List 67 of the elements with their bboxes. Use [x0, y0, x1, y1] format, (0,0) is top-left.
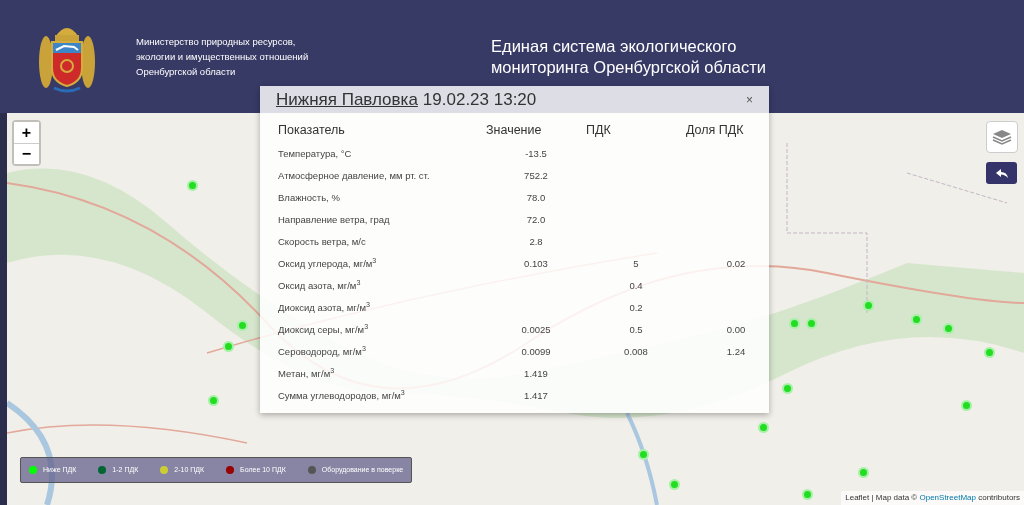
station-marker[interactable]: [669, 479, 680, 490]
layers-button[interactable]: [986, 121, 1018, 153]
map-attribution: Leaflet | Map data © OpenStreetMap contributors: [841, 491, 1024, 505]
popup-datetime: 19.02.23 13:20: [422, 89, 537, 109]
column-header: Доля ПДК: [686, 121, 744, 139]
indicator-value: 1.417: [524, 388, 548, 403]
close-button[interactable]: ×: [746, 90, 753, 109]
ministry-name-line: Министерство природных ресурсов,: [136, 35, 297, 49]
openstreetmap-link[interactable]: OpenStreetMap: [919, 493, 976, 502]
back-arrow-icon: [995, 168, 1008, 178]
pdk-value: 0.5: [629, 322, 643, 337]
station-marker[interactable]: [782, 383, 793, 394]
site-title-line: Единая система экологического: [491, 35, 738, 57]
column-header: Значение: [486, 121, 542, 139]
pdk-share: 0.02: [726, 256, 746, 271]
station-marker[interactable]: [802, 489, 813, 500]
station-marker[interactable]: [223, 341, 234, 352]
indicator-name: Влажность, %: [278, 190, 340, 205]
indicator-name: Сумма углеводородов, мг/м$^{3}$: [278, 388, 405, 403]
ministry-name-line: Оренбургской области: [136, 65, 237, 79]
station-link[interactable]: Нижняя Павловка: [276, 89, 418, 109]
pdk-value: 0.2: [629, 300, 643, 315]
indicator-value: 0.0099: [521, 344, 551, 359]
indicator-value: 0.0025: [521, 322, 551, 337]
station-marker[interactable]: [858, 467, 869, 478]
ministry-name-line: экологии и имущественных отношений: [136, 50, 310, 64]
indicator-name: Диоксид азота, мг/м$^{3}$: [278, 300, 370, 315]
station-marker[interactable]: [943, 323, 954, 334]
indicator-name: Диоксид серы, мг/м$^{3}$: [278, 322, 369, 337]
indicator-name: Атмосферное давление, мм рт. ст.: [278, 168, 430, 183]
station-marker[interactable]: [237, 320, 248, 331]
pdk-share: 0.00: [726, 322, 746, 337]
zoom-in-button[interactable]: +: [14, 122, 39, 143]
station-marker[interactable]: [911, 314, 922, 325]
pdk-value: 0.4: [629, 278, 643, 293]
pdk-share: 1.24: [726, 344, 746, 359]
indicator-value: 72.0: [526, 212, 546, 227]
station-marker[interactable]: [187, 180, 198, 191]
station-marker[interactable]: [638, 449, 649, 460]
site-title-line: мониторинга Оренбургской области: [491, 56, 766, 78]
indicator-name: Скорость ветра, м/с: [278, 234, 366, 249]
indicator-name: Оксид углерода, мг/м$^{3}$: [278, 256, 377, 271]
indicator-value: 1.419: [524, 366, 548, 381]
indicator-name: Метан, мг/м$^{3}$: [278, 366, 335, 381]
column-header: Показатель: [278, 121, 345, 139]
pdk-value: 0.008: [624, 344, 648, 359]
pdk-value: 5: [633, 256, 639, 271]
back-button[interactable]: [986, 162, 1017, 184]
indicator-value: 752.2: [524, 168, 548, 183]
station-marker[interactable]: [789, 318, 800, 329]
station-marker[interactable]: [758, 422, 769, 433]
station-marker[interactable]: [984, 347, 995, 358]
station-marker[interactable]: [863, 300, 874, 311]
indicator-name: Направление ветра, град: [278, 212, 390, 227]
indicator-name: Сероводород, мг/м$^{3}$: [278, 344, 366, 359]
indicator-value: 0.103: [524, 256, 548, 271]
zoom-out-button[interactable]: −: [14, 143, 39, 164]
station-marker[interactable]: [961, 400, 972, 411]
indicator-value: 2.8: [529, 234, 543, 249]
layers-icon: [992, 128, 1012, 146]
station-marker[interactable]: [806, 318, 817, 329]
indicator-name: Оксид азота, мг/м$^{3}$: [278, 278, 361, 293]
indicator-name: Температура, °С: [278, 146, 352, 161]
column-header: ПДК: [586, 121, 611, 139]
indicator-value: -13.5: [525, 146, 547, 161]
indicator-value: 78.0: [526, 190, 546, 205]
station-marker[interactable]: [208, 395, 219, 406]
